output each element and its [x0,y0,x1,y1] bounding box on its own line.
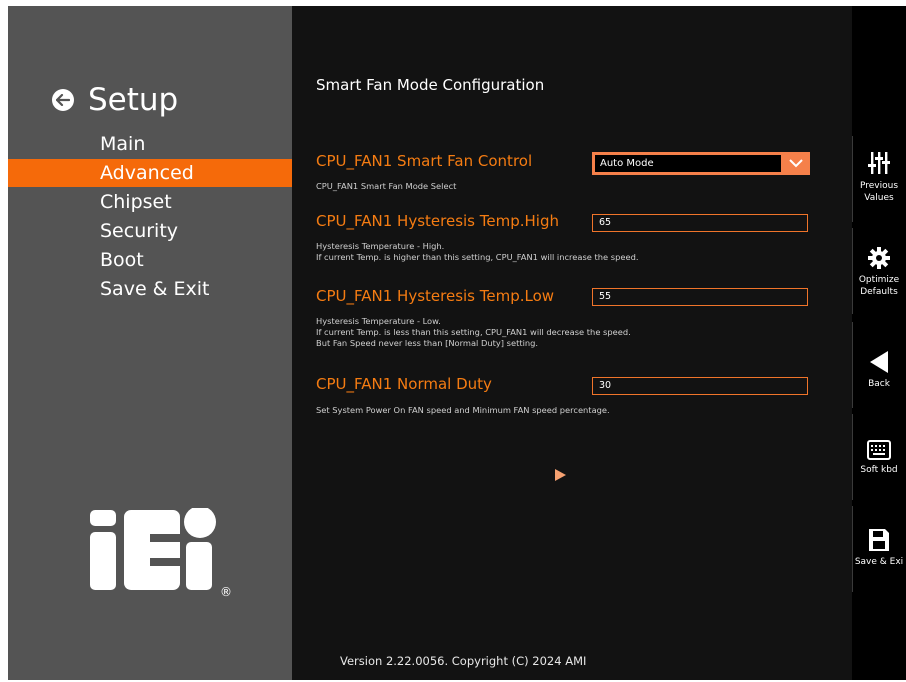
back-button[interactable]: Back [852,350,906,390]
dropdown-value: Auto Mode [595,155,781,172]
optimized-defaults-button[interactable]: Optimize Defaults [852,246,906,298]
menu-item-advanced[interactable]: Advanced [8,159,292,187]
normal-duty-input[interactable]: 30 [592,377,808,395]
temp-low-input[interactable]: 55 [592,288,808,306]
iei-logo: ® [88,506,238,604]
version-text: Version 2.22.0056. Copyright (C) 2024 AM… [340,654,587,668]
page-title: Smart Fan Mode Configuration [316,76,545,94]
help-temp-high: Hysteresis Temperature - High. If curren… [316,241,639,262]
previous-values-label: Previous Values [859,181,899,203]
menu-item-security[interactable]: Security [8,217,292,245]
soft-keyboard-label: Soft kbd [860,465,898,475]
optimized-defaults-label: Optimize Defaults [858,275,900,297]
gear-icon [868,247,890,269]
save-floppy-icon [869,529,889,551]
save-exit-button[interactable]: Save & Exi [852,528,906,568]
temp-high-input[interactable]: 65 [592,214,808,232]
settings-panel: Smart Fan Mode Configuration CPU_FAN1 Sm… [292,6,852,680]
help-temp-low: Hysteresis Temperature - Low. If current… [316,316,631,348]
keyboard-icon [867,440,891,460]
help-smart-fan-control: CPU_FAN1 Smart Fan Mode Select [316,181,457,191]
menu-item-chipset[interactable]: Chipset [8,188,292,216]
bios-window: Setup Main Advanced Chipset Security Boo… [8,6,906,680]
setting-label-smart-fan-control[interactable]: CPU_FAN1 Smart Fan Control [316,152,532,170]
back-label: Back [868,379,890,389]
smart-fan-control-dropdown[interactable]: Auto Mode [592,152,810,175]
setting-label-temp-high[interactable]: CPU_FAN1 Hysteresis Temp.High [316,212,559,230]
toolbar: Previous Values Optimize Defaults Back S… [852,6,906,680]
menu-item-save-exit[interactable]: Save & Exit [8,275,292,303]
mouse-cursor-icon [555,469,566,481]
sliders-icon [868,152,890,174]
setting-label-normal-duty[interactable]: CPU_FAN1 Normal Duty [316,375,492,393]
svg-text:®: ® [220,585,232,599]
setup-title: Setup [88,82,179,118]
soft-keyboard-button[interactable]: Soft kbd [852,440,906,476]
chevron-down-icon [789,159,803,168]
menu-item-main[interactable]: Main [8,130,292,158]
back-arrow-icon[interactable] [52,89,74,111]
menu-item-boot[interactable]: Boot [8,246,292,274]
setting-label-temp-low[interactable]: CPU_FAN1 Hysteresis Temp.Low [316,287,554,305]
save-exit-label: Save & Exi [854,557,904,567]
sidebar: Setup Main Advanced Chipset Security Boo… [8,6,292,680]
help-normal-duty: Set System Power On FAN speed and Minimu… [316,405,610,415]
back-to-setup[interactable]: Setup [52,80,178,120]
previous-values-button[interactable]: Previous Values [852,150,906,204]
back-triangle-icon [870,351,888,373]
